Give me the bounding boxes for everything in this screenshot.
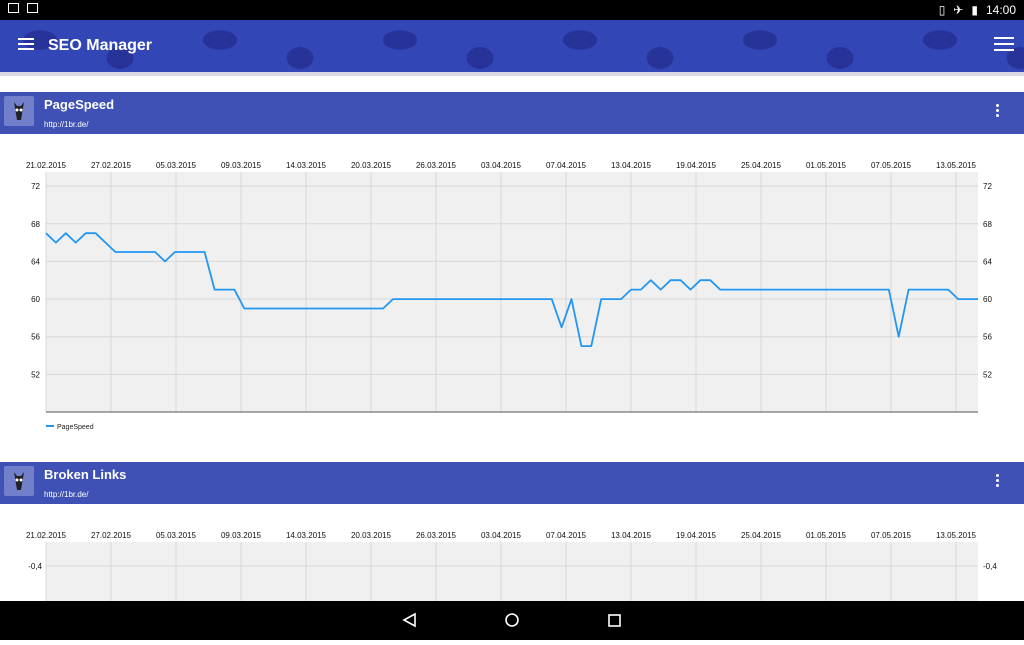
- plot-area: [46, 172, 978, 412]
- x-tick-label: 03.04.2015: [481, 531, 522, 540]
- y-tick-label-right: 64: [983, 257, 992, 266]
- y-tick-label-left: 72: [31, 182, 40, 191]
- x-tick-label: 27.02.2015: [91, 161, 132, 170]
- vibrate-icon: ▯: [938, 3, 946, 17]
- recents-icon[interactable]: [608, 614, 621, 627]
- x-tick-label: 25.04.2015: [741, 531, 782, 540]
- y-tick-label-left: -0,4: [28, 562, 42, 571]
- x-tick-label: 14.03.2015: [286, 531, 327, 540]
- x-tick-label: 13.04.2015: [611, 161, 652, 170]
- plot-area: [46, 542, 978, 602]
- back-icon[interactable]: [402, 612, 416, 628]
- x-tick-label: 19.04.2015: [676, 531, 717, 540]
- card-header-broken-links: Broken Links http://1br.de/: [0, 462, 1024, 504]
- chart-notification-icon: [27, 3, 38, 13]
- x-tick-label: 07.05.2015: [871, 161, 912, 170]
- x-tick-label: 26.03.2015: [416, 531, 457, 540]
- legend-label: PageSpeed: [57, 424, 94, 431]
- app-title: SEO Manager: [48, 37, 153, 54]
- card-title: PageSpeed: [44, 97, 115, 112]
- broken-links-chart: -0,4 -0,4 21.02.2015 27.02.2015 05.03.2015 09…: [0, 522, 1024, 607]
- x-tick-label: 14.03.2015: [286, 161, 327, 170]
- x-tick-label: 05.03.2015: [156, 161, 197, 170]
- x-tick-label: 09.03.2015: [221, 531, 262, 540]
- y-tick-label-right: 56: [983, 333, 992, 342]
- x-tick-label: 03.04.2015: [481, 161, 522, 170]
- y-tick-label-right: 60: [983, 295, 992, 304]
- hamburger-menu-icon[interactable]: [18, 38, 34, 50]
- overflow-menu-icon[interactable]: [994, 37, 1014, 51]
- x-tick-label: 01.05.2015: [806, 531, 847, 540]
- airplane-mode-icon: ✈: [953, 3, 964, 17]
- x-tick-label: 07.05.2015: [871, 531, 912, 540]
- pagespeed-chart-svg: 72 72 68 68 64 64 60 60 56 56 52 52 21.02.2015 27.02.…: [26, 161, 992, 431]
- x-tick-label: 05.03.2015: [156, 531, 197, 540]
- x-tick-label: 20.03.2015: [351, 161, 392, 170]
- y-tick-label-right: 52: [983, 370, 992, 379]
- x-tick-label: 21.02.2015: [26, 531, 67, 540]
- more-vert-icon[interactable]: [996, 104, 1000, 119]
- x-tick-label: 09.03.2015: [221, 161, 262, 170]
- x-tick-label: 27.02.2015: [91, 531, 132, 540]
- y-tick-label-left: 60: [31, 295, 40, 304]
- battery-icon: ▮: [971, 3, 978, 17]
- x-tick-label: 26.03.2015: [416, 161, 457, 170]
- card-url: http://1br.de/: [44, 120, 89, 129]
- image-notification-icon: [8, 3, 19, 13]
- x-tick-label: 19.04.2015: [676, 161, 717, 170]
- app-bar: SEO Manager: [0, 20, 1024, 72]
- giraffe-logo-icon: [4, 466, 34, 496]
- x-tick-label: 20.03.2015: [351, 531, 392, 540]
- x-tick-label: 13.05.2015: [936, 531, 977, 540]
- y-tick-label-left: 52: [31, 370, 40, 379]
- y-tick-label-left: 68: [31, 220, 40, 229]
- pagespeed-chart: 72 72 68 68 64 64 60 60 56 56 52 52 21.02.2015 27.02.…: [0, 152, 1024, 447]
- x-tick-label: 13.04.2015: [611, 531, 652, 540]
- card-header-pagespeed: PageSpeed http://1br.de/: [0, 92, 1024, 134]
- y-tick-label-right: 68: [983, 220, 992, 229]
- status-bar: ▯ ✈ ▮ 14:00: [0, 0, 1024, 20]
- y-tick-label-left: 56: [31, 333, 40, 342]
- y-tick-label-left: 64: [31, 257, 40, 266]
- giraffe-logo-icon: [4, 96, 34, 126]
- navigation-bar: [0, 601, 1024, 640]
- status-time: 14:00: [985, 3, 1016, 17]
- home-icon[interactable]: [505, 613, 519, 627]
- appbar-divider: [0, 72, 1024, 76]
- x-tick-label: 07.04.2015: [546, 161, 587, 170]
- card-title: Broken Links: [44, 467, 127, 482]
- y-tick-label-right: -0,4: [983, 562, 997, 571]
- card-url: http://1br.de/: [44, 490, 89, 499]
- y-tick-label-right: 72: [983, 182, 992, 191]
- x-tick-label: 21.02.2015: [26, 161, 67, 170]
- x-tick-label: 25.04.2015: [741, 161, 782, 170]
- x-tick-label: 01.05.2015: [806, 161, 847, 170]
- more-vert-icon[interactable]: [996, 474, 1000, 489]
- broken-links-chart-svg: -0,4 -0,4 21.02.2015 27.02.2015 05.03.2015 09…: [26, 531, 997, 602]
- x-tick-label: 07.04.2015: [546, 531, 587, 540]
- x-tick-label: 13.05.2015: [936, 161, 977, 170]
